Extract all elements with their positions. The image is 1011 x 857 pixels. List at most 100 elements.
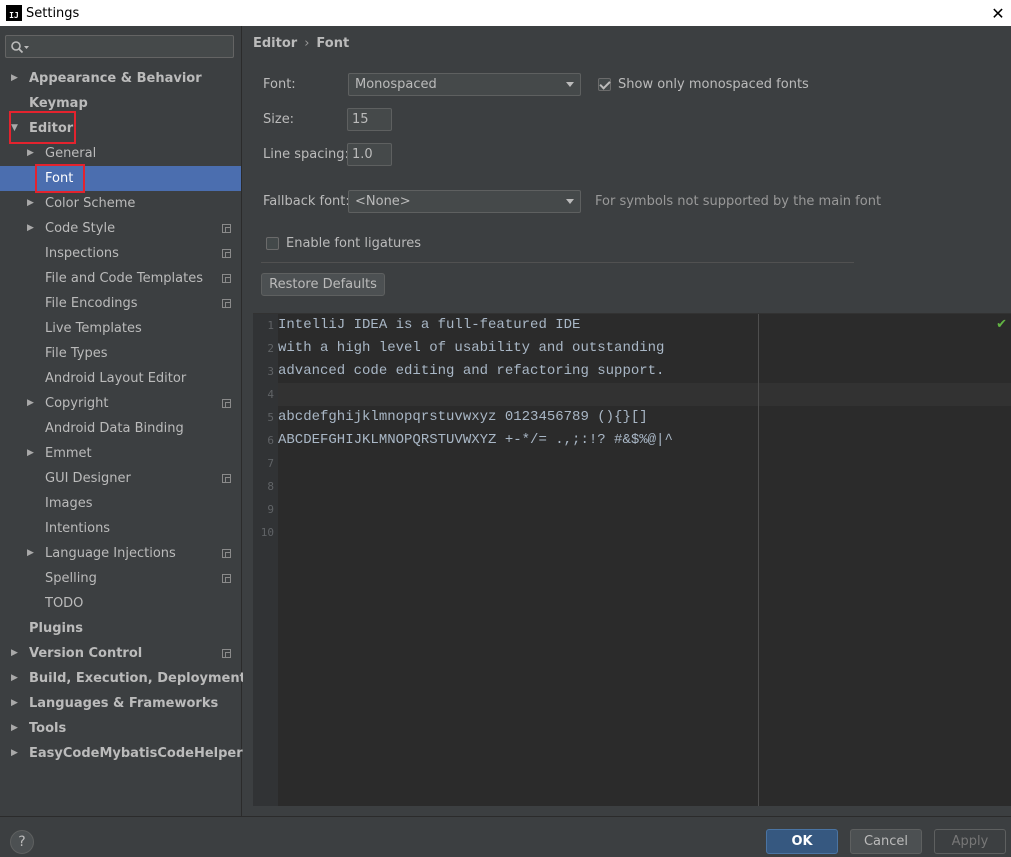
sidebar-item-plugins[interactable]: Plugins	[0, 616, 241, 641]
sidebar-item-label: Version Control	[29, 646, 143, 661]
search-input[interactable]	[5, 35, 234, 58]
help-button[interactable]: ?	[10, 830, 34, 854]
code-line[interactable]: IntelliJ IDEA is a full-featured IDE	[278, 314, 1011, 337]
font-ligatures-label[interactable]: Enable font ligatures	[286, 236, 421, 251]
sidebar-item-label: Font	[45, 171, 74, 186]
sidebar-item-label: Android Data Binding	[45, 421, 184, 436]
sidebar-item-color-scheme[interactable]: ▶ Color Scheme	[0, 191, 241, 216]
code-line-text: abcdefghijklmnopqrstuvwxyz 0123456789 ()…	[278, 409, 648, 425]
expand-right-icon[interactable]: ▶	[11, 741, 18, 766]
line-spacing-label: Line spacing:	[263, 147, 349, 162]
dialog-footer: ? OK Cancel Apply	[0, 816, 1011, 857]
code-line[interactable]: abcdefghijklmnopqrstuvwxyz 0123456789 ()…	[278, 406, 1011, 429]
code-line-text: with a high level of usability and outst…	[278, 340, 665, 356]
code-line[interactable]	[278, 475, 1011, 498]
expand-right-icon[interactable]: ▶	[27, 191, 34, 216]
sidebar-item-android-layout-editor[interactable]: Android Layout Editor	[0, 366, 241, 391]
close-icon[interactable]: ✕	[985, 0, 1011, 26]
apply-button[interactable]: Apply	[934, 829, 1006, 854]
sidebar-item-label: Emmet	[45, 446, 92, 461]
sidebar-item-label: Tools	[29, 721, 67, 736]
sidebar-item-build-execution-deployment[interactable]: ▶ Build, Execution, Deployment	[0, 666, 246, 691]
code-line-text: advanced code editing and refactoring su…	[278, 363, 665, 379]
expand-right-icon[interactable]: ▶	[11, 641, 18, 666]
sidebar-item-label: TODO	[45, 596, 84, 611]
font-select[interactable]: Monospaced	[348, 73, 581, 96]
sidebar-item-intentions[interactable]: Intentions	[0, 516, 241, 541]
code-line[interactable]: ABCDEFGHIJKLMNOPQRSTUVWXYZ +-*/= .,;:!? …	[278, 429, 1011, 452]
sidebar-item-label: Inspections	[45, 246, 119, 261]
expand-right-icon[interactable]: ▶	[11, 66, 18, 91]
sidebar-item-languages-frameworks[interactable]: ▶ Languages & Frameworks	[0, 691, 241, 716]
sidebar-item-file-and-code-templates[interactable]: File and Code Templates	[0, 266, 241, 291]
sidebar-item-editor[interactable]: ▼ Editor	[0, 116, 241, 141]
expand-right-icon[interactable]: ▶	[11, 666, 18, 691]
sidebar-item-language-injections[interactable]: ▶ Language Injections	[0, 541, 241, 566]
sidebar-item-gui-designer[interactable]: GUI Designer	[0, 466, 241, 491]
code-line[interactable]	[278, 498, 1011, 521]
sidebar-item-images[interactable]: Images	[0, 491, 241, 516]
ok-button[interactable]: OK	[766, 829, 838, 854]
code-line[interactable]: advanced code editing and refactoring su…	[278, 360, 1011, 383]
expand-right-icon[interactable]: ▶	[27, 391, 34, 416]
sidebar-item-todo[interactable]: TODO	[0, 591, 241, 616]
font-select-value: Monospaced	[355, 77, 437, 92]
expand-right-icon[interactable]: ▶	[27, 141, 34, 166]
code-line[interactable]	[278, 521, 1011, 544]
sidebar-item-code-style[interactable]: ▶ Code Style	[0, 216, 241, 241]
sidebar-item-keymap[interactable]: Keymap	[0, 91, 241, 116]
sidebar-item-copyright[interactable]: ▶ Copyright	[0, 391, 241, 416]
sidebar-item-appearance-behavior[interactable]: ▶ Appearance & Behavior	[0, 66, 241, 91]
expand-right-icon[interactable]: ▶	[11, 691, 18, 716]
sidebar-item-general[interactable]: ▶ General	[0, 141, 241, 166]
code-line[interactable]: with a high level of usability and outst…	[278, 337, 1011, 360]
code-line-text: ABCDEFGHIJKLMNOPQRSTUVWXYZ +-*/= .,;:!? …	[278, 432, 673, 448]
fallback-font-label: Fallback font:	[263, 194, 350, 209]
sidebar-item-label: File Encodings	[45, 296, 138, 311]
settings-tree: ▶ Appearance & Behavior Keymap ▼ Editor ▶ Gene…	[0, 66, 268, 766]
settings-sidebar: ▶ Appearance & Behavior Keymap ▼ Editor ▶ Gene…	[0, 26, 268, 816]
line-number: 3	[267, 365, 274, 378]
sidebar-item-spelling[interactable]: Spelling	[0, 566, 241, 591]
sidebar-item-easycodemybatiscodehelperpro[interactable]: ▶ EasyCodeMybatisCodeHelperPro	[0, 741, 268, 766]
expand-right-icon[interactable]: ▶	[27, 216, 34, 241]
sidebar-item-file-encodings[interactable]: File Encodings	[0, 291, 241, 316]
sidebar-item-inspections[interactable]: Inspections	[0, 241, 241, 266]
expand-right-icon[interactable]: ▶	[27, 441, 34, 466]
sidebar-item-label: File and Code Templates	[45, 271, 203, 286]
expand-right-icon[interactable]: ▶	[11, 716, 18, 741]
breadcrumb-parent[interactable]: Editor	[253, 36, 297, 51]
sidebar-item-label: File Types	[45, 346, 108, 361]
sidebar-item-label: Images	[45, 496, 93, 511]
preview-code-area[interactable]: IntelliJ IDEA is a full-featured IDE with…	[278, 314, 1011, 806]
sidebar-item-font[interactable]: Font	[0, 166, 241, 191]
sidebar-item-emmet[interactable]: ▶ Emmet	[0, 441, 241, 466]
expand-right-icon[interactable]: ▶	[27, 541, 34, 566]
checkmark-icon: ✔	[996, 317, 1007, 332]
project-level-icon	[222, 274, 231, 283]
font-ligatures-checkbox[interactable]	[266, 237, 279, 250]
restore-defaults-button[interactable]: Restore Defaults	[261, 273, 385, 296]
sidebar-item-file-types[interactable]: File Types	[0, 341, 241, 366]
size-field[interactable]: 15	[347, 108, 392, 131]
expand-down-icon[interactable]: ▼	[11, 116, 18, 141]
code-line[interactable]	[278, 383, 1011, 406]
line-number: 1	[267, 319, 274, 332]
font-preview-editor[interactable]: 1 2 3 4 5 6 7 8 9 10 IntelliJ IDEA is a full-feat…	[253, 313, 1011, 806]
line-number: 6	[267, 434, 274, 447]
monospaced-only-label[interactable]: Show only monospaced fonts	[618, 77, 809, 92]
sidebar-item-version-control[interactable]: ▶ Version Control	[0, 641, 241, 666]
sidebar-item-live-templates[interactable]: Live Templates	[0, 316, 241, 341]
sidebar-item-tools[interactable]: ▶ Tools	[0, 716, 241, 741]
project-level-icon	[222, 399, 231, 408]
code-line[interactable]	[278, 452, 1011, 475]
monospaced-only-checkbox[interactable]	[598, 78, 611, 91]
line-number: 9	[267, 503, 274, 516]
line-number: 5	[267, 411, 274, 424]
project-level-icon	[222, 299, 231, 308]
sidebar-item-android-data-binding[interactable]: Android Data Binding	[0, 416, 241, 441]
cancel-button[interactable]: Cancel	[850, 829, 922, 854]
sidebar-item-label: Spelling	[45, 571, 97, 586]
line-spacing-field[interactable]: 1.0	[347, 143, 392, 166]
fallback-font-select[interactable]: <None>	[348, 190, 581, 213]
